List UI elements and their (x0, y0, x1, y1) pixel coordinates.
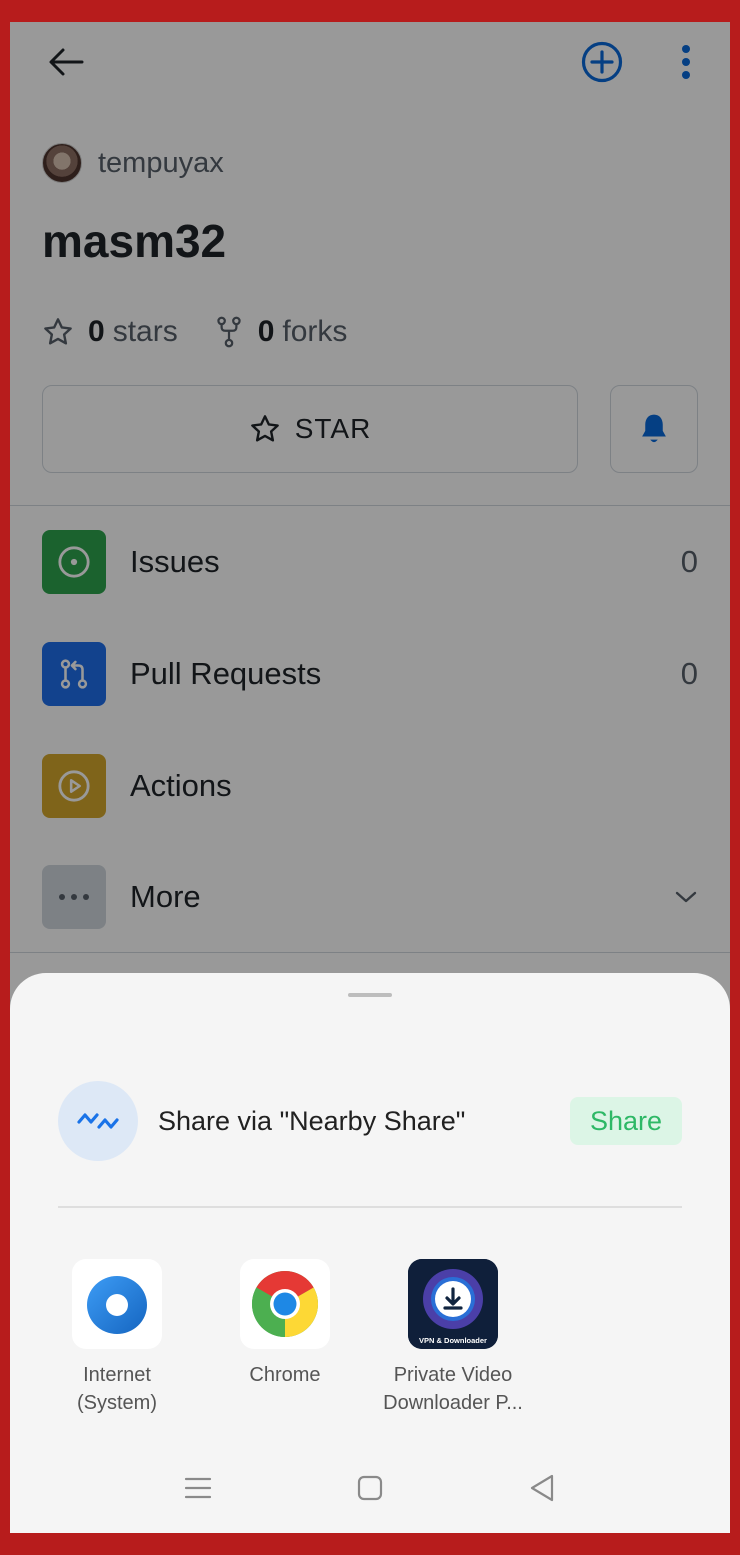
share-sheet: Share via "Nearby Share" Share Internet … (10, 973, 730, 1533)
nearby-share-icon (77, 1113, 119, 1129)
home-icon (357, 1475, 383, 1501)
share-target-chrome[interactable]: Chrome (201, 1259, 369, 1389)
internet-icon (87, 1276, 147, 1334)
share-target-video-downloader[interactable]: VPN & Downloader Private Video Downloade… (369, 1259, 537, 1417)
app-label-line2: (System) (77, 1392, 157, 1414)
app-label-line1: Internet (83, 1364, 151, 1386)
share-target-internet[interactable]: Internet (System) (33, 1259, 201, 1417)
app-label-line2: Downloader P... (383, 1392, 523, 1414)
nav-back-button[interactable] (502, 1458, 582, 1518)
sheet-drag-handle[interactable] (348, 993, 392, 997)
chrome-icon (251, 1270, 319, 1337)
nearby-share-label: Share via "Nearby Share" (158, 1105, 466, 1136)
system-navigation-bar (10, 1458, 730, 1518)
app-label: Internet (System) (33, 1361, 201, 1417)
app-badge-text: VPN & Downloader (419, 1336, 487, 1345)
app-label: Private Video Downloader P... (369, 1361, 537, 1417)
nearby-share-button[interactable]: Share (570, 1097, 682, 1145)
video-downloader-app-icon: VPN & Downloader (408, 1259, 498, 1349)
chrome-app-icon (240, 1259, 330, 1349)
nearby-share-icon-container (58, 1081, 138, 1161)
nav-home-button[interactable] (330, 1458, 410, 1518)
nav-recents-button[interactable] (158, 1458, 238, 1518)
sheet-divider (58, 1206, 682, 1208)
internet-app-icon (72, 1259, 162, 1349)
app-label-line1: Chrome (249, 1364, 321, 1386)
phone-screen: tempuyax masm32 0 stars 0 forks STAR Iss… (10, 22, 730, 1533)
video-downloader-icon: VPN & Downloader (408, 1259, 498, 1349)
nav-back-icon (530, 1474, 554, 1502)
nearby-share-row[interactable]: Share via "Nearby Share" Share (58, 1081, 682, 1161)
app-label: Chrome (201, 1361, 369, 1389)
app-label-line1: Private Video (393, 1364, 513, 1386)
recents-icon (184, 1477, 212, 1499)
